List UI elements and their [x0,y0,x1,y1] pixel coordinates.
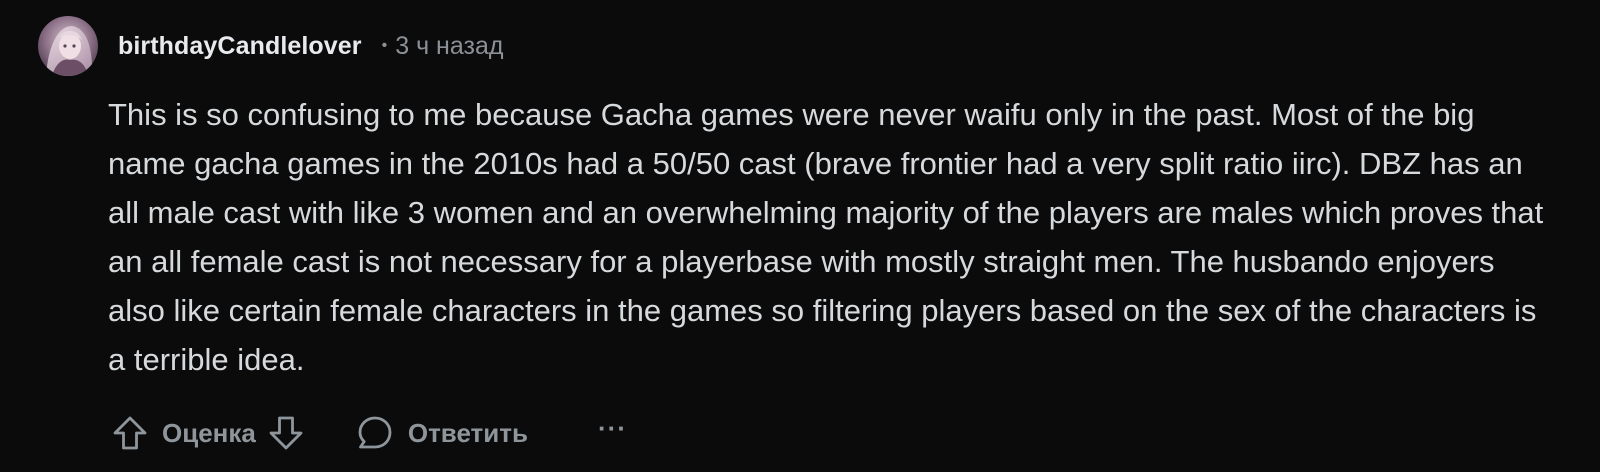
author-username[interactable]: birthdayCandlelover [118,32,362,61]
vote-score-label: Оценка [162,417,256,448]
downvote-arrow-icon[interactable] [268,415,304,451]
more-options-icon[interactable]: ··· [598,413,627,454]
speech-bubble-icon [356,414,394,452]
comment-timestamp[interactable]: 3 ч назад [395,32,503,61]
meta-separator: • [381,37,388,54]
reply-label: Ответить [407,417,528,448]
avatar-image [38,16,98,76]
upvote-arrow-icon[interactable] [112,415,148,451]
comment-body: This is so confusing to me because Gacha… [108,97,1544,377]
reply-button[interactable]: Ответить [356,414,528,452]
comment-actions: Оценка Ответить ··· [112,408,627,458]
comment-header: birthdayCandlelover • 3 ч назад [38,16,503,76]
comment: birthdayCandlelover • 3 ч назад This is … [0,0,1600,472]
avatar[interactable] [38,16,98,76]
